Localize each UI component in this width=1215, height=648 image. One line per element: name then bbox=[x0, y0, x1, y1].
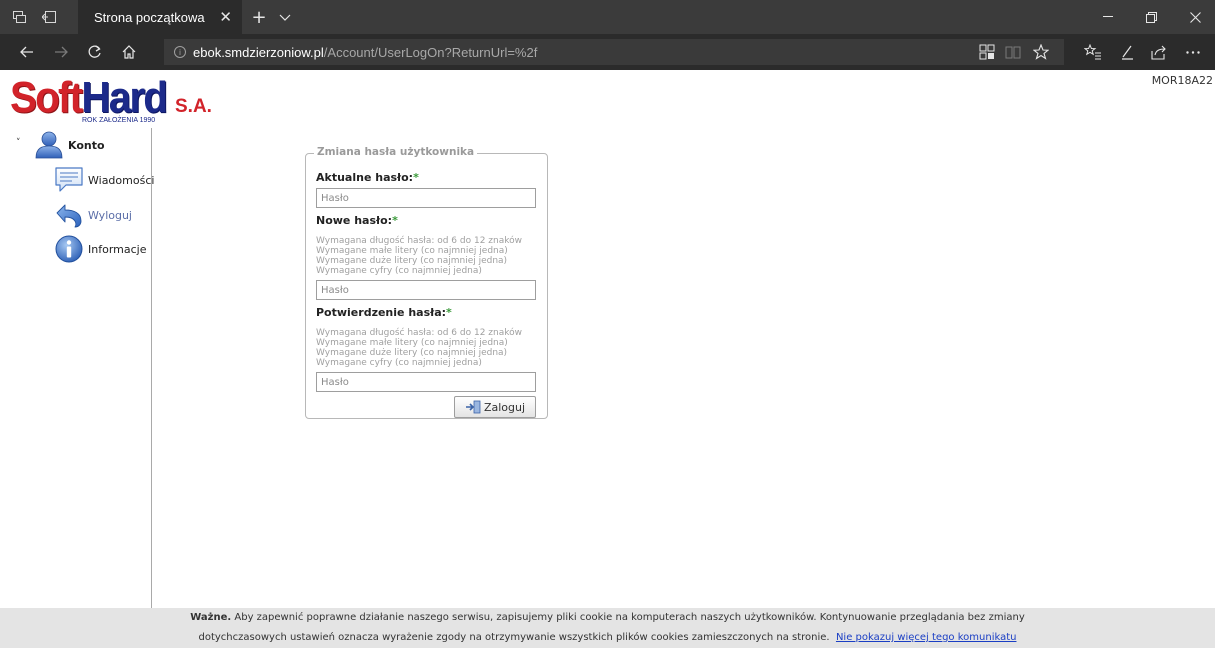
password-hint: Wymagana długość hasła: od 6 do 12 znakó… bbox=[316, 328, 522, 338]
new-password-input[interactable] bbox=[316, 280, 536, 300]
tab-menu-chevron-icon[interactable] bbox=[274, 0, 296, 34]
cookie-important: Ważne. bbox=[190, 612, 232, 623]
logout-arrow-icon bbox=[54, 200, 84, 230]
site-info-icon[interactable]: i bbox=[174, 46, 186, 58]
current-password-label: Aktualne hasło:* bbox=[316, 171, 419, 184]
browser-titlebar: Strona początkowa ✕ + bbox=[0, 0, 1215, 34]
sidebar-item-label: Wiadomości bbox=[88, 173, 155, 187]
password-hint: Wymagane małe litery (co najmniej jedna) bbox=[316, 338, 508, 348]
password-hint: Wymagane duże litery (co najmniej jedna) bbox=[316, 348, 508, 358]
tab-close-icon[interactable]: ✕ bbox=[219, 0, 232, 34]
minimize-icon[interactable] bbox=[1088, 0, 1128, 34]
logo-subtitle: ROK ZAŁOŻENIA 1990 bbox=[82, 117, 156, 124]
login-button-label: Zaloguj bbox=[483, 400, 526, 414]
sidebar-item-label: Wyloguj bbox=[88, 208, 132, 222]
url-host: ebok.smdzierzoniow.pl bbox=[193, 44, 324, 60]
sidebar-item-label: Informacje bbox=[88, 242, 147, 256]
required-mark: * bbox=[446, 306, 452, 319]
new-tab-icon[interactable]: + bbox=[248, 0, 270, 34]
forward-icon[interactable] bbox=[46, 34, 76, 70]
required-mark: * bbox=[413, 171, 419, 184]
password-hint: Wymagana długość hasła: od 6 do 12 znakó… bbox=[316, 236, 522, 246]
cookie-line-2: dotychczasowych ustawień oznacza wyrażen… bbox=[198, 632, 1017, 643]
set-aside-tabs-icon[interactable] bbox=[34, 0, 64, 34]
logo-hard: Hard bbox=[81, 73, 168, 122]
version-label: MOR18A22 bbox=[1151, 74, 1213, 87]
reading-view-icon[interactable] bbox=[998, 34, 1028, 70]
cookie-notice: Ważne. Aby zapewnić poprawne działanie n… bbox=[0, 608, 1215, 648]
back-icon[interactable] bbox=[12, 34, 42, 70]
share-icon[interactable] bbox=[1144, 34, 1174, 70]
close-icon[interactable] bbox=[1175, 0, 1215, 34]
refresh-icon[interactable] bbox=[80, 34, 110, 70]
login-door-icon bbox=[465, 400, 481, 414]
browser-address-bar: i ebok.smdzierzoniow.pl /Account/UserLog… bbox=[0, 34, 1215, 70]
browser-tab-active[interactable]: Strona początkowa ✕ bbox=[78, 0, 242, 34]
change-password-form: Zmiana hasła użytkownika Aktualne hasło:… bbox=[305, 146, 548, 419]
required-mark: * bbox=[392, 214, 398, 227]
sidebar-item-konto[interactable]: Konto bbox=[34, 130, 105, 160]
softhard-logo[interactable]: SoftHard S.A. ROK ZAŁOŻENIA 1990 bbox=[10, 73, 212, 126]
sidebar-item-wiadomosci[interactable]: Wiadomości bbox=[54, 165, 154, 195]
current-password-input[interactable] bbox=[316, 188, 536, 208]
info-icon bbox=[54, 234, 84, 264]
cookie-dismiss-link[interactable]: Nie pokazuj więcej tego komunikatu bbox=[836, 632, 1017, 643]
tab-preview-icon[interactable] bbox=[4, 0, 34, 34]
sidebar: ˅ Konto Wiadomości Wyloguj Informacje bbox=[0, 128, 154, 608]
sidebar-item-informacje[interactable]: Informacje bbox=[54, 234, 146, 264]
confirm-password-label: Potwierdzenie hasła:* bbox=[316, 306, 452, 319]
tab-title: Strona początkowa bbox=[94, 9, 205, 25]
pen-icon[interactable] bbox=[1112, 34, 1142, 70]
password-hint: Wymagane cyfry (co najmniej jedna) bbox=[316, 358, 482, 368]
login-button[interactable]: Zaloguj bbox=[454, 396, 536, 418]
home-icon[interactable] bbox=[114, 34, 144, 70]
logo-sa: S.A. bbox=[175, 96, 212, 117]
user-account-icon bbox=[34, 130, 64, 160]
logo-soft: Soft bbox=[10, 73, 83, 122]
new-password-label: Nowe hasło:* bbox=[316, 214, 398, 227]
more-icon[interactable] bbox=[1178, 34, 1208, 70]
favorite-star-icon[interactable] bbox=[1026, 34, 1056, 70]
password-hint: Wymagane małe litery (co najmniej jedna) bbox=[316, 246, 508, 256]
cookie-line-1: Ważne. Aby zapewnić poprawne działanie n… bbox=[190, 612, 1025, 623]
message-icon bbox=[54, 165, 84, 195]
favorites-list-icon[interactable] bbox=[1078, 34, 1108, 70]
url-field[interactable]: i ebok.smdzierzoniow.pl /Account/UserLog… bbox=[164, 39, 1064, 65]
sidebar-item-wyloguj[interactable]: Wyloguj bbox=[54, 200, 132, 230]
password-hint: Wymagane duże litery (co najmniej jedna) bbox=[316, 256, 508, 266]
password-hint: Wymagane cyfry (co najmniej jedna) bbox=[316, 266, 482, 276]
page-content: SoftHard S.A. ROK ZAŁOŻENIA 1990 MOR18A2… bbox=[0, 70, 1215, 648]
sidebar-item-label: Konto bbox=[68, 138, 105, 152]
confirm-password-input[interactable] bbox=[316, 372, 536, 392]
sidebar-collapse-icon[interactable]: ˅ bbox=[16, 138, 21, 148]
form-legend: Zmiana hasła użytkownika bbox=[314, 146, 478, 158]
url-path: /Account/UserLogOn?ReturnUrl=%2f bbox=[323, 44, 538, 60]
maximize-icon[interactable] bbox=[1131, 0, 1171, 34]
